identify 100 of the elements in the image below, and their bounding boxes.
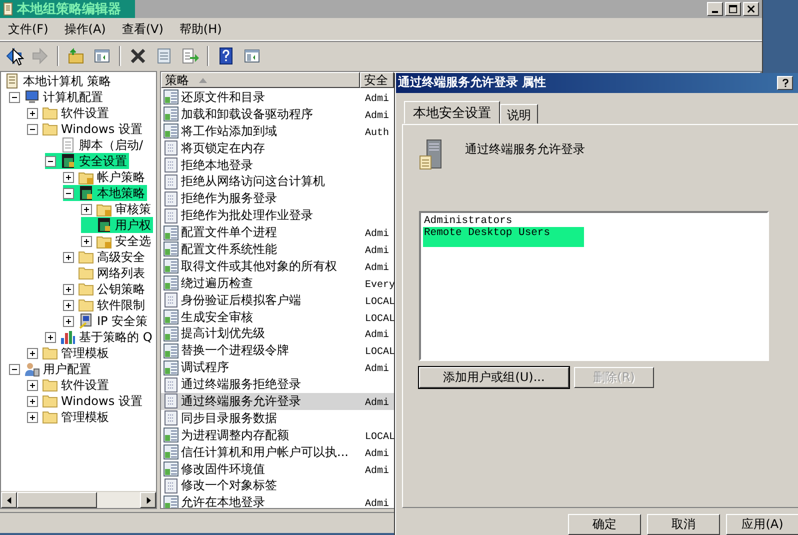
security-setting-text: Admi <box>365 229 390 240</box>
policy-name[interactable]: 绕过遍历检查 <box>181 274 253 292</box>
maximize-icon <box>728 4 738 14</box>
tab[interactable]: 说明 <box>500 104 538 124</box>
action-button[interactable]: 添加用户或组(U)... <box>419 366 569 388</box>
tree-item[interactable]: 软件设置 <box>27 105 111 121</box>
menu-item[interactable]: 文件(F) <box>2 20 54 38</box>
maximize-button[interactable] <box>725 2 741 16</box>
security-setting-text: Admi <box>365 94 390 105</box>
expander-icon[interactable] <box>27 348 38 358</box>
security-setting-text: Admi <box>365 110 390 122</box>
policy-name[interactable]: 通过终端服务拒绝登录 <box>181 376 301 394</box>
policy-name[interactable]: 生成安全审核 <box>181 308 253 326</box>
expander-icon[interactable] <box>45 156 56 166</box>
tree-item[interactable]: 高级安全 <box>63 249 147 265</box>
policy-name[interactable]: 将页锁定在内存 <box>181 140 265 157</box>
tree-item[interactable]: 用户配置 <box>9 361 93 377</box>
minimize-button[interactable] <box>707 2 723 16</box>
policy-name[interactable]: 拒绝作为服务登录 <box>181 190 277 208</box>
menu-item[interactable]: 操作(A) <box>58 20 112 38</box>
policy-name[interactable]: 取得文件或其他对象的所有权 <box>181 258 337 275</box>
expander-icon[interactable] <box>81 236 92 246</box>
security-setting-text: LOCAL <box>365 432 396 443</box>
tree-item[interactable]: Windows 设置 <box>27 393 144 409</box>
policy-name[interactable]: 同步目录服务数据 <box>181 410 277 427</box>
policy-name[interactable]: 拒绝本地登录 <box>181 156 253 174</box>
tree-item[interactable]: 软件限制 <box>63 297 147 313</box>
members-list[interactable]: Administrators Remote Desktop Users <box>419 210 769 361</box>
list-item[interactable]: Remote Desktop Users <box>423 226 584 247</box>
tree-item[interactable]: 软件设置 <box>27 377 111 393</box>
tree-item[interactable]: 审核策 <box>81 201 153 217</box>
tree-item[interactable]: IP 安全策 <box>63 313 150 329</box>
tree-item[interactable]: 管理模板 <box>27 345 111 361</box>
policy-name[interactable]: 允许在本地登录 <box>181 494 265 508</box>
policy-name[interactable]: 提高计划优先级 <box>181 325 265 342</box>
expander-icon[interactable] <box>63 284 74 294</box>
policy-name[interactable]: 替换一个进程级令牌 <box>181 342 289 360</box>
close-button[interactable] <box>743 2 759 16</box>
menu-item[interactable]: 查看(V) <box>116 20 170 38</box>
tree-item[interactable]: 用户权 <box>81 217 153 233</box>
tree-item[interactable]: 本地计算机 策略 <box>4 73 113 89</box>
dialog-button[interactable]: 取消 <box>647 514 720 535</box>
list-item[interactable]: Administrators <box>423 214 584 227</box>
security-setting-text: LOCAL <box>365 347 396 358</box>
scroll-right-button[interactable] <box>140 492 156 508</box>
scroll-left-button[interactable] <box>1 492 17 508</box>
policy-name[interactable]: 加载和卸载设备驱动程序 <box>181 106 313 123</box>
policy-name[interactable]: 身份验证后模拟客户端 <box>181 292 301 309</box>
tree-item[interactable]: 基于策略的 Q <box>45 329 154 345</box>
tree-item[interactable]: 帐户策略 <box>63 169 147 185</box>
expander-icon[interactable] <box>81 204 92 214</box>
tree-item[interactable]: 安全设置 <box>45 153 129 169</box>
tree-item[interactable]: 本地策略 <box>63 185 147 201</box>
server-icon <box>419 138 443 171</box>
expander-icon[interactable] <box>27 412 38 422</box>
left-triangle-icon <box>6 496 12 504</box>
tree-item[interactable]: 计算机配置 <box>9 89 105 105</box>
expander-icon[interactable] <box>63 188 74 198</box>
help-button[interactable] <box>777 76 793 90</box>
policy-name[interactable]: 将工作站添加到域 <box>181 122 277 140</box>
security-setting-text: Admi <box>365 499 390 508</box>
policy-name[interactable]: 调试程序 <box>181 359 229 376</box>
policy-name[interactable]: 配置文件系统性能 <box>181 240 277 258</box>
expander-icon[interactable] <box>27 396 38 406</box>
tree-item[interactable]: 脚本（启动/ <box>45 137 146 153</box>
expander-icon[interactable] <box>63 316 74 326</box>
policy-name[interactable]: 拒绝作为批处理作业登录 <box>181 207 313 224</box>
menu-item[interactable]: 帮助(H) <box>173 20 228 38</box>
dialog-button[interactable]: 应用(A) <box>726 514 798 535</box>
expander-icon[interactable] <box>63 172 74 182</box>
policy-name[interactable]: 拒绝从网络访问这台计算机 <box>181 173 325 190</box>
expander-icon[interactable] <box>27 124 38 134</box>
close-icon <box>746 4 756 14</box>
right-triangle-icon <box>146 496 150 504</box>
dialog-button[interactable]: 确定 <box>568 514 641 535</box>
policy-name[interactable]: 信任计算机和用户帐户可以执... <box>181 444 348 461</box>
column-header[interactable]: 策略 <box>161 72 360 88</box>
dialog-title: 通过终端服务允许登录 属性 <box>398 74 546 92</box>
expander-icon[interactable] <box>27 380 38 390</box>
tab[interactable]: 本地安全设置 <box>404 100 500 124</box>
tree-item[interactable]: 公钥策略 <box>63 281 147 297</box>
expander-icon[interactable] <box>27 108 38 118</box>
column-header[interactable]: 安全 <box>360 72 394 88</box>
policy-name[interactable]: 修改一个对象标签 <box>181 477 277 494</box>
tree-item[interactable]: Windows 设置 <box>27 121 144 137</box>
tree-item[interactable]: 安全选 <box>81 233 153 249</box>
policy-name[interactable]: 为进程调整内存配额 <box>181 426 289 444</box>
expander-icon[interactable] <box>45 332 56 342</box>
tree-item[interactable]: 网络列表 <box>63 265 147 281</box>
tree-item[interactable]: 管理模板 <box>27 409 111 425</box>
expander-icon[interactable] <box>63 252 74 262</box>
policy-name[interactable]: 还原文件和目录 <box>181 88 265 106</box>
policy-name[interactable]: 修改固件环境值 <box>181 460 265 478</box>
expander-icon[interactable] <box>63 300 74 310</box>
policy-name[interactable]: 通过终端服务允许登录 <box>181 392 301 410</box>
horizontal-scrollbar[interactable] <box>1 491 156 508</box>
expander-icon[interactable] <box>9 364 20 374</box>
policy-name[interactable]: 配置文件单个进程 <box>181 224 277 242</box>
expander-icon[interactable] <box>9 92 20 102</box>
security-setting-text: Admi <box>365 246 390 257</box>
